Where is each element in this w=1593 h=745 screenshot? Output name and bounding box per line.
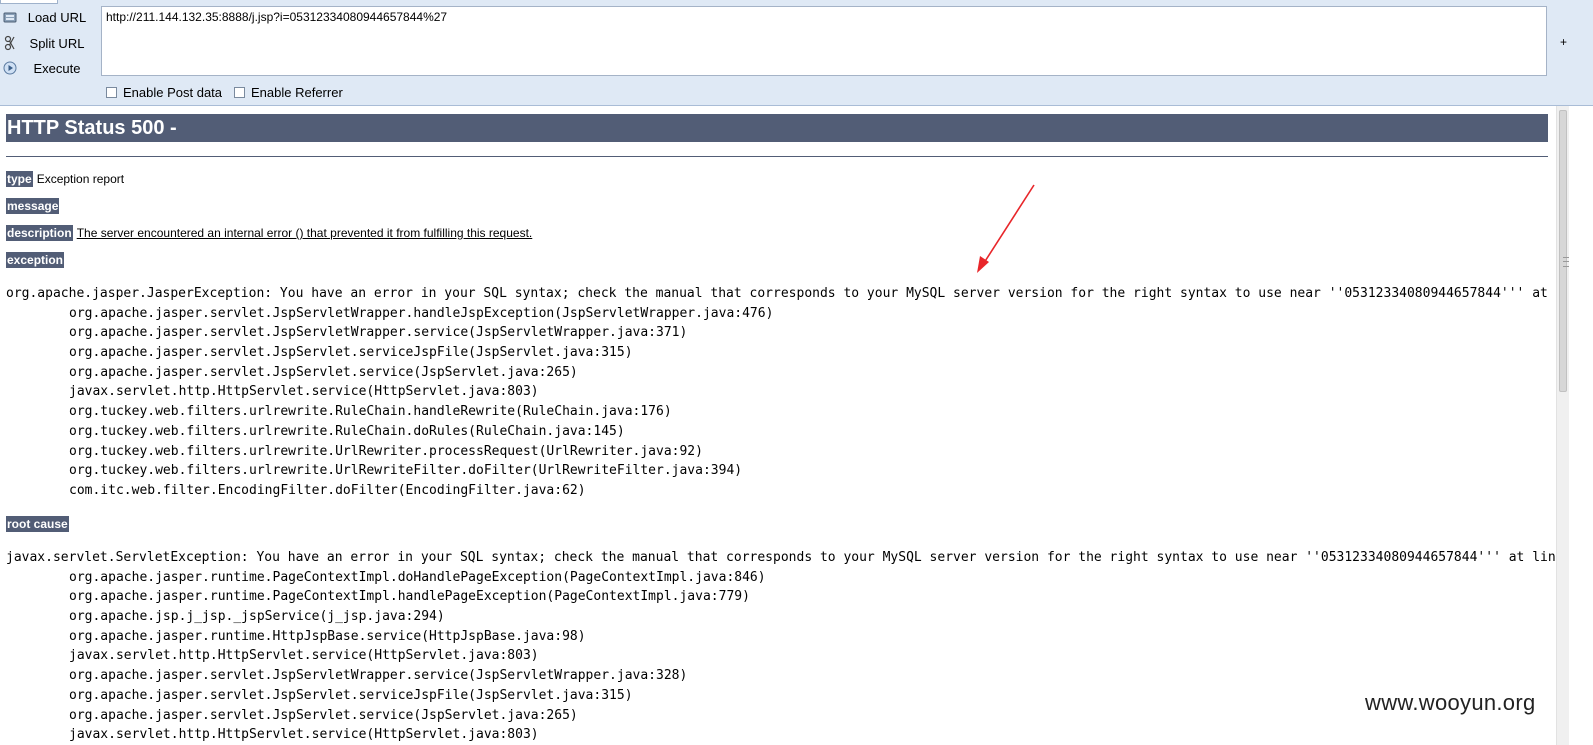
scrollbar-thumb[interactable] <box>1559 110 1569 392</box>
enable-post-label: Enable Post data <box>123 85 223 100</box>
stack-trace-line: org.tuckey.web.filters.urlrewrite.UrlRew… <box>69 463 743 479</box>
stack-trace-line: org.tuckey.web.filters.urlrewrite.UrlRew… <box>69 443 703 459</box>
toolbar-tab-stub <box>0 0 58 4</box>
watermark: www.wooyun.org <box>1365 690 1536 715</box>
root-cause-stack-trace: javax.servlet.ServletException: You have… <box>6 548 1556 745</box>
split-url-label: Split URL <box>29 35 85 51</box>
description-row: description The server encountered an in… <box>6 225 532 241</box>
stack-trace-line: org.apache.jasper.runtime.PageContextImp… <box>69 589 750 605</box>
stack-trace-line: javax.servlet.ServletException: You have… <box>6 550 1556 565</box>
scrollbar-grip-icon <box>1563 257 1569 267</box>
description-label: description <box>6 225 73 241</box>
stack-trace-line: org.tuckey.web.filters.urlrewrite.RuleCh… <box>69 404 672 420</box>
stack-trace-line: org.apache.jasper.servlet.JspServletWrap… <box>69 325 688 341</box>
enable-post-checkbox[interactable]: Enable Post data <box>106 85 222 100</box>
stack-trace-line: org.apache.jasper.JasperException: You h… <box>6 286 1556 301</box>
enable-referrer-checkbox[interactable]: Enable Referrer <box>234 85 343 100</box>
load-url-label: Load URL <box>27 9 87 25</box>
exception-stack-trace: org.apache.jasper.JasperException: You h… <box>6 284 1556 501</box>
stack-trace-line: javax.servlet.http.HttpServlet.service(H… <box>69 648 539 664</box>
split-url-button[interactable]: Split URL <box>0 32 96 54</box>
stack-trace-line: org.tuckey.web.filters.urlrewrite.RuleCh… <box>69 423 625 439</box>
message-row: message <box>6 198 63 214</box>
exception-row: exception <box>6 252 68 268</box>
type-row: type Exception report <box>6 171 124 187</box>
type-value: Exception report <box>36 172 125 186</box>
enable-referrer-checkbox-box[interactable] <box>234 87 245 98</box>
title-divider <box>6 156 1548 157</box>
load-url-button[interactable]: Load URL <box>0 6 96 28</box>
stack-trace-line: org.apache.jasper.servlet.JspServlet.ser… <box>69 687 633 703</box>
execute-button[interactable]: Execute <box>0 57 96 79</box>
root-cause-label: root cause <box>6 516 69 532</box>
description-value: The server encountered an internal error… <box>76 226 533 240</box>
vertical-scrollbar[interactable] <box>1556 106 1569 745</box>
message-label: message <box>6 198 60 214</box>
stack-trace-line: javax.servlet.http.HttpServlet.service(H… <box>69 384 539 400</box>
stack-trace-line: org.apache.jasper.runtime.HttpJspBase.se… <box>69 628 586 644</box>
stack-trace-line: javax.servlet.http.HttpServlet.service(H… <box>69 727 539 743</box>
stack-trace-line: org.apache.jsp.j_jsp._jspService(j_jsp.j… <box>69 609 445 625</box>
red-arrow-annotation-icon <box>977 184 1035 273</box>
type-label: type <box>6 171 33 187</box>
page-title: HTTP Status 500 - <box>6 114 1548 142</box>
enable-referrer-label: Enable Referrer <box>251 85 343 100</box>
page-content: HTTP Status 500 - type Exception report … <box>0 106 1556 745</box>
exception-label: exception <box>6 252 65 268</box>
root-cause-row: root cause <box>6 516 73 532</box>
stack-trace-line: org.apache.jasper.servlet.JspServlet.ser… <box>69 707 578 723</box>
expand-plus-icon[interactable]: + <box>1560 35 1567 49</box>
enable-post-checkbox-box[interactable] <box>106 87 117 98</box>
stack-trace-line: com.itc.web.filter.EncodingFilter.doFilt… <box>69 482 586 498</box>
execute-label: Execute <box>33 60 81 76</box>
stack-trace-line: org.apache.jasper.servlet.JspServlet.ser… <box>69 364 578 380</box>
stack-trace-line: org.apache.jasper.runtime.PageContextImp… <box>69 569 766 585</box>
stack-trace-line: org.apache.jasper.servlet.JspServletWrap… <box>69 305 774 321</box>
url-input[interactable]: http://211.144.132.35:8888/j.jsp?i=05312… <box>101 6 1547 76</box>
stack-trace-line: org.apache.jasper.servlet.JspServletWrap… <box>69 668 688 684</box>
hackbar-toolbar: Load URL Split URL Execute http://211.14… <box>0 0 1593 106</box>
stack-trace-line: org.apache.jasper.servlet.JspServlet.ser… <box>69 345 633 361</box>
